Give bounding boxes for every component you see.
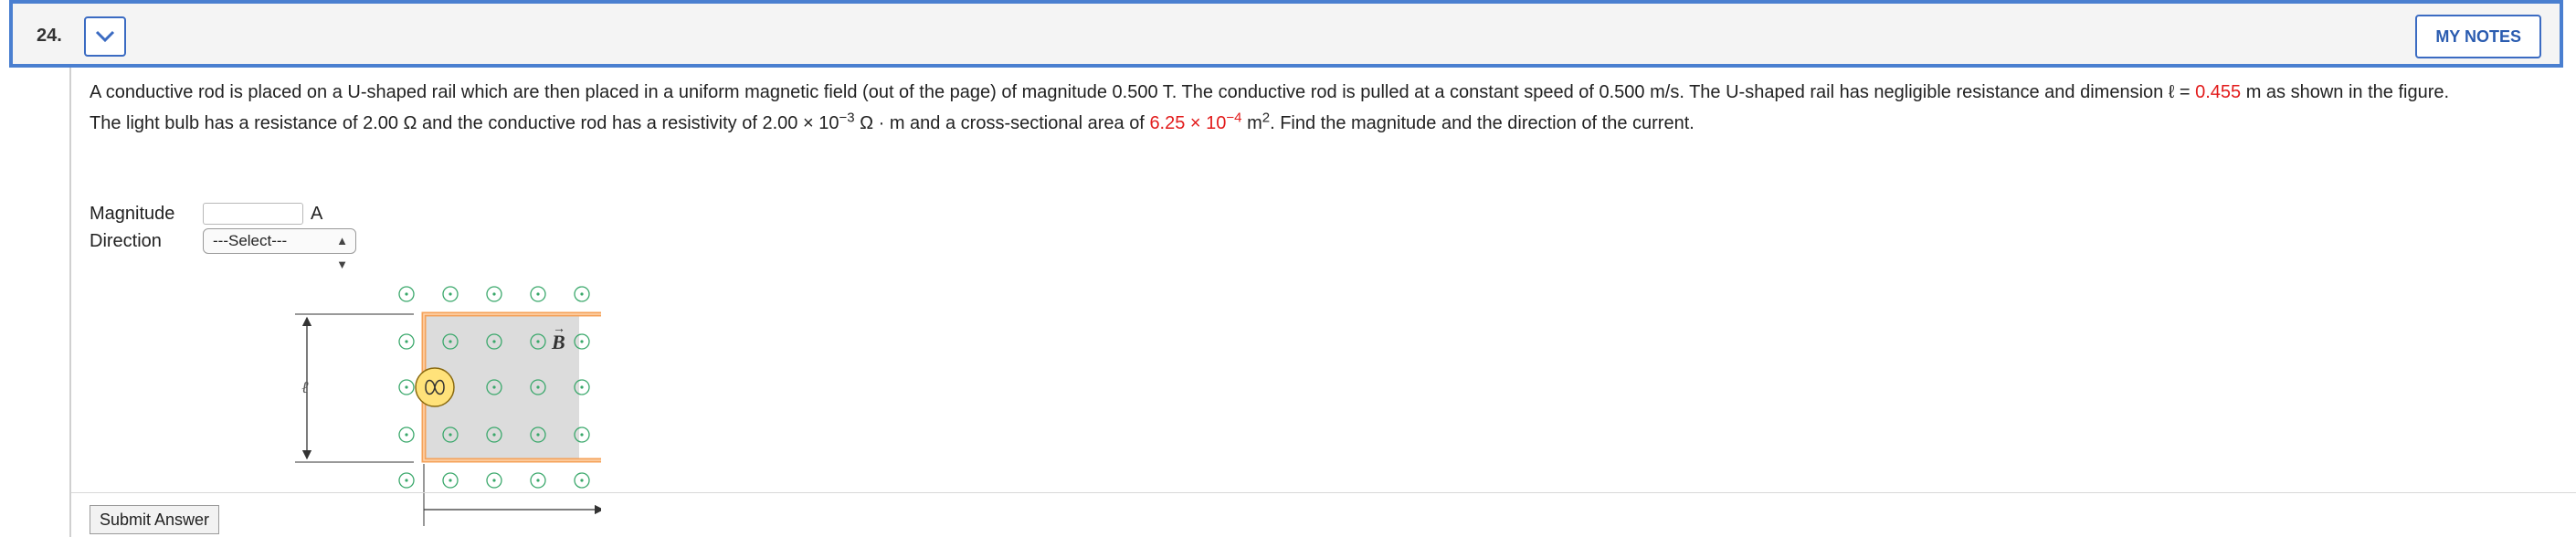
length-value: 0.455	[2195, 82, 2242, 102]
submit-answer-button[interactable]: Submit Answer	[90, 505, 220, 534]
question-body: A conductive rod is placed on a U-shaped…	[69, 68, 2576, 537]
question-text-line-2: The light bulb has a resistance of 2.00 …	[90, 110, 1694, 133]
field-vector-arrow: →	[553, 322, 565, 336]
length-label: ℓ	[301, 378, 309, 396]
area-value: 6.25 × 10−4	[1149, 110, 1242, 133]
my-notes-button[interactable]: MY NOTES	[2415, 15, 2541, 58]
magnitude-unit: A	[311, 204, 323, 224]
question-header: 24. MY NOTES	[9, 0, 2563, 68]
divider	[71, 492, 2576, 493]
light-bulb-icon	[415, 367, 455, 407]
question-number: 24.	[37, 26, 62, 46]
chevron-down-icon	[95, 30, 115, 43]
magnitude-label: Magnitude	[90, 204, 175, 224]
direction-select[interactable]: ---Select--- ▲ ▼	[203, 228, 356, 271]
circuit-figure: B → F → mech ℓ x	[295, 286, 601, 526]
magnitude-input[interactable]	[203, 203, 303, 225]
direction-label: Direction	[90, 231, 162, 251]
question-text: A conductive rod is placed on a U-shaped…	[90, 77, 2574, 139]
collapse-toggle-button[interactable]	[84, 16, 126, 57]
question-text-line-1: A conductive rod is placed on a U-shaped…	[90, 82, 2450, 102]
